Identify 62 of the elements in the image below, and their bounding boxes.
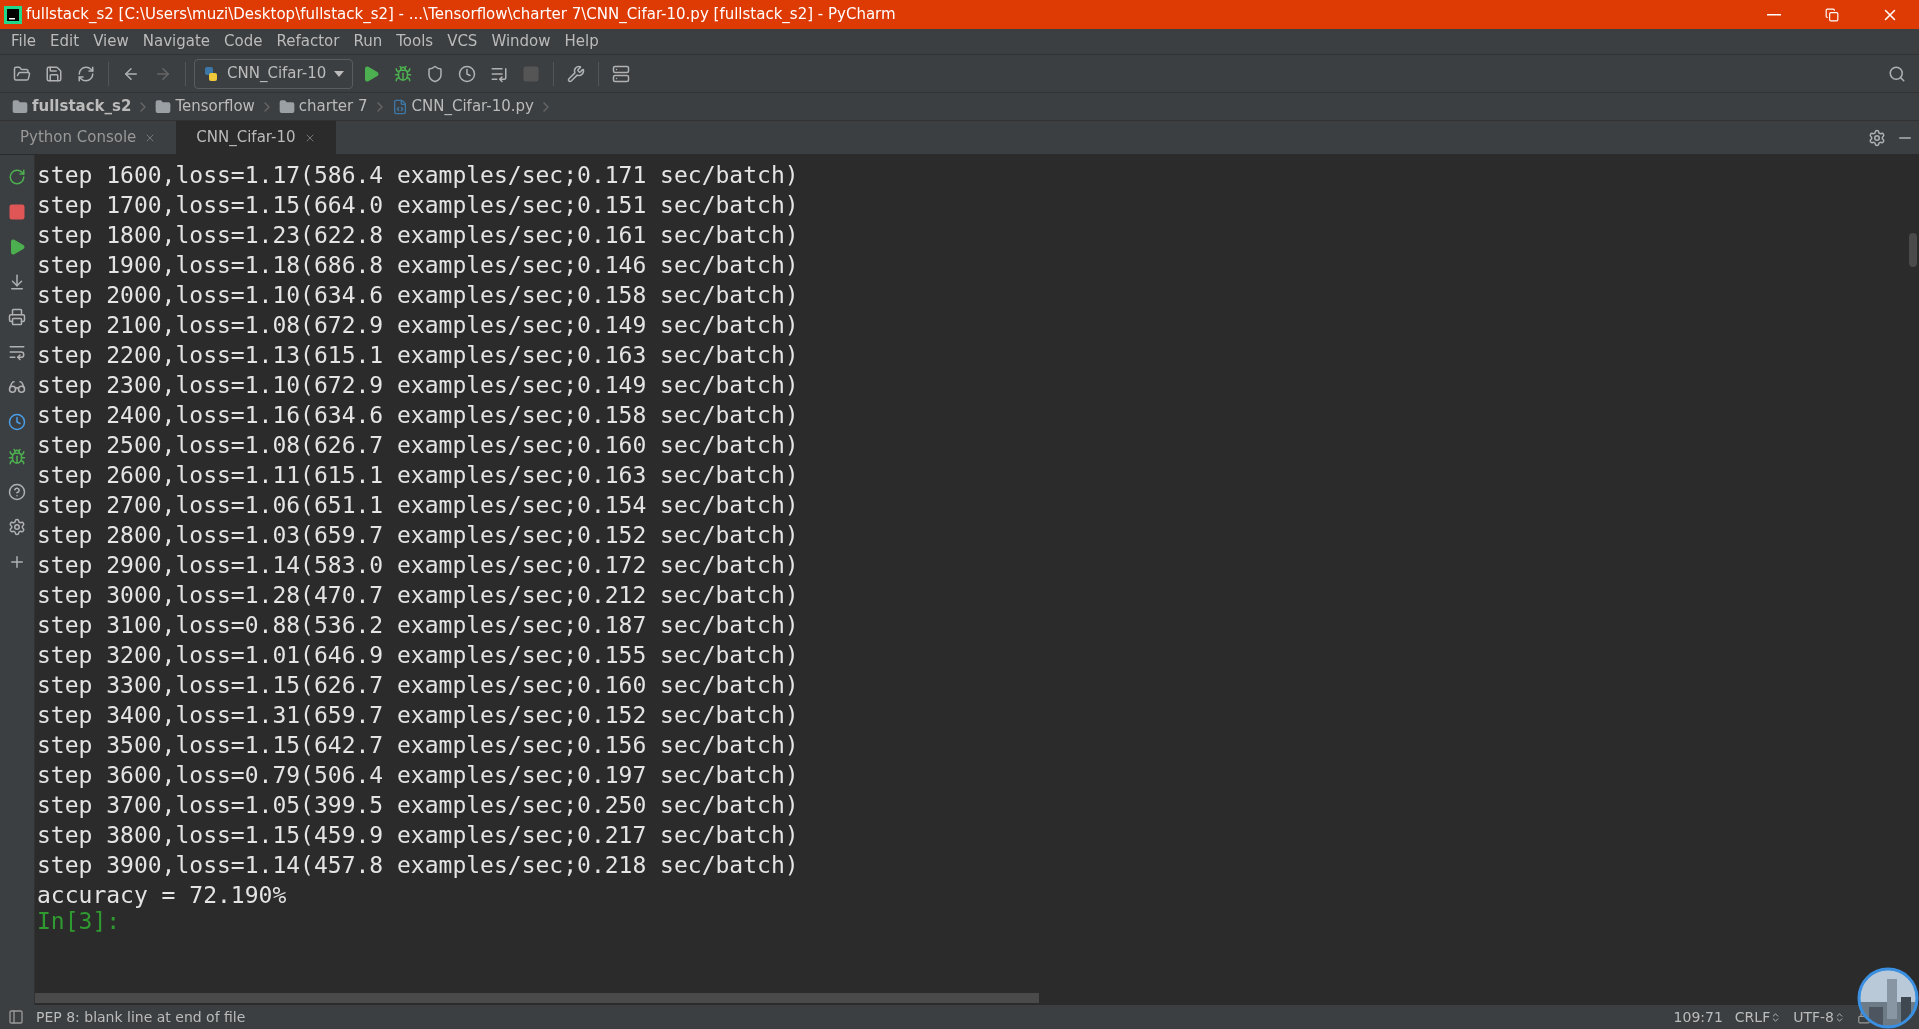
console-line: accuracy = 72.190% [37, 881, 287, 910]
console-line: step 1900,loss=1.18(686.8 examples/sec;0.146 sec/batch) [37, 251, 799, 280]
menu-item[interactable]: Code [217, 30, 270, 53]
console-line: step 2000,loss=1.10(634.6 examples/sec;0.158 sec/batch) [37, 281, 799, 310]
breadcrumb-item[interactable]: charter 7 [274, 95, 372, 118]
console-line: step 2600,loss=1.11(615.1 examples/sec;0.163 sec/batch) [37, 461, 799, 490]
window-title: fullstack_s2 [C:\Users\muzi\Desktop\fullstack_s2] - ...\Tensorflow\charter 7\CNN_Cifar-10.py [fullstack_s2] - PyCharm [26, 4, 896, 26]
panel-icon [8, 1009, 24, 1025]
minimize-icon [1767, 13, 1781, 16]
cursor-position[interactable]: 109:71 [1673, 1006, 1723, 1028]
console-line: step 3100,loss=0.88(536.2 examples/sec;0.187 sec/batch) [37, 611, 799, 640]
console-line: step 3200,loss=1.01(646.9 examples/sec;0.155 sec/batch) [37, 641, 799, 670]
console-line: step 2500,loss=1.08(626.7 examples/sec;0.160 sec/batch) [37, 431, 799, 460]
console-line: step 3400,loss=1.31(659.7 examples/sec;0.152 sec/batch) [37, 701, 799, 730]
app-logo-icon [4, 5, 22, 24]
line-separator-selector[interactable]: CRLF [1734, 1006, 1782, 1028]
console-line: step 3700,loss=1.05(399.5 examples/sec;0.250 sec/batch) [37, 791, 799, 820]
folder-icon [278, 98, 295, 115]
console-line: step 3000,loss=1.28(470.7 examples/sec;0.212 sec/batch) [37, 581, 799, 610]
tab[interactable]: CNN_Cifar-10 [176, 121, 336, 154]
menu-item[interactable]: Window [484, 30, 558, 53]
menu-item[interactable]: Help [557, 30, 606, 53]
vertical-scrollbar[interactable] [1909, 233, 1917, 267]
menu-item[interactable]: View [86, 30, 136, 53]
console-line: step 3500,loss=1.15(642.7 examples/sec;0.156 sec/batch) [37, 731, 799, 760]
console-line: step 2700,loss=1.06(651.1 examples/sec;0.154 sec/batch) [37, 491, 799, 520]
menu-item[interactable]: Tools [389, 30, 441, 53]
tab[interactable]: Python Console [0, 121, 177, 154]
caret-icon [334, 70, 345, 77]
menu-item[interactable]: VCS [440, 30, 485, 53]
file-icon [391, 98, 408, 115]
folder-icon [155, 98, 172, 115]
menu-item[interactable]: Run [346, 30, 390, 53]
console-line: step 3600,loss=0.79(506.4 examples/sec;0.197 sec/batch) [37, 761, 799, 790]
console-prompt: In[3]: [37, 910, 121, 932]
folder-icon [12, 98, 28, 115]
status-message: PEP 8: blank line at end of file [36, 1007, 246, 1027]
breadcrumb-item[interactable]: Tensorflow [151, 95, 259, 118]
encoding-selector[interactable]: UTF-8 [1793, 1006, 1845, 1028]
python-icon [203, 65, 219, 82]
horizontal-scrollbar[interactable] [35, 993, 1039, 1003]
console-line: step 2900,loss=1.14(583.0 examples/sec;0.172 sec/batch) [37, 551, 799, 580]
restore-icon [1825, 7, 1839, 22]
menu-item[interactable]: Refactor [269, 30, 347, 53]
console-line: step 1700,loss=1.15(664.0 examples/sec;0.151 sec/batch) [37, 191, 799, 220]
console-line: step 3300,loss=1.15(626.7 examples/sec;0.160 sec/batch) [37, 671, 799, 700]
console-line: step 2300,loss=1.10(672.9 examples/sec;0.149 sec/batch) [37, 371, 799, 400]
console-line: step 2100,loss=1.08(672.9 examples/sec;0.149 sec/batch) [37, 311, 799, 340]
updown-icon [1834, 1011, 1845, 1023]
console-line: step 1800,loss=1.23(622.8 examples/sec;0.161 sec/batch) [37, 221, 799, 250]
console-line: step 2200,loss=1.13(615.1 examples/sec;0.163 sec/batch) [37, 341, 799, 370]
menu-item[interactable]: Edit [43, 30, 87, 53]
console-line: step 2800,loss=1.03(659.7 examples/sec;0.152 sec/batch) [37, 521, 799, 550]
breadcrumb-item[interactable]: fullstack_s2 [8, 95, 136, 118]
console-line: step 3900,loss=1.14(457.8 examples/sec;0.218 sec/batch) [37, 851, 799, 880]
run-config-dropdown[interactable]: CNN_Cifar-10 [194, 58, 354, 89]
breadcrumb-item[interactable]: CNN_Cifar-10.py [387, 95, 538, 118]
console-line: step 3800,loss=1.15(459.9 examples/sec;0.217 sec/batch) [37, 821, 799, 850]
console-line: step 2400,loss=1.16(634.6 examples/sec;0.158 sec/batch) [37, 401, 799, 430]
menu-item[interactable]: File [4, 30, 44, 53]
menu-item[interactable]: Navigate [135, 30, 218, 53]
console-line: step 1600,loss=1.17(586.4 examples/sec;0.171 sec/batch) [37, 161, 799, 190]
